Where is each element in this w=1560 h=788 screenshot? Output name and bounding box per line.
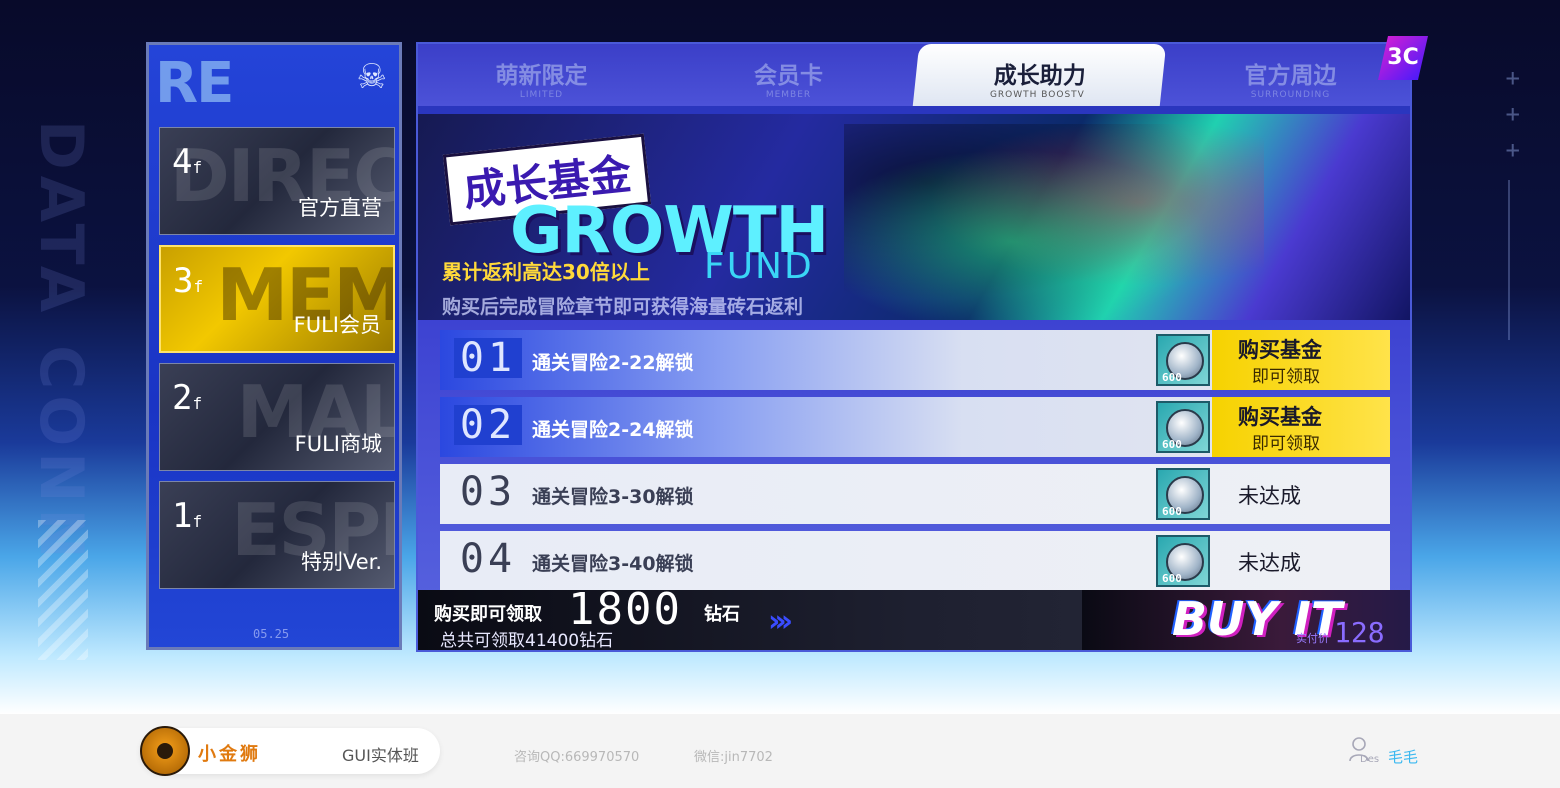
designer-name: 毛毛 <box>1388 748 1419 766</box>
tab-label: 官方周边 <box>1244 63 1337 89</box>
brand-pill: 小金狮 GUI实体班 <box>140 726 440 776</box>
floor-panel-logo: RE ☠ <box>155 51 388 116</box>
purchase-total: 总共可领取41400钻石 <box>440 631 614 651</box>
task-row: 03 通关冒险3-30解锁 600 未达成 <box>440 464 1390 524</box>
action-label: 购买基金 <box>1238 405 1322 429</box>
banner-fund: FUND <box>704 246 814 287</box>
tab-sublabel: SURROUNDING <box>1250 90 1331 100</box>
diamond-reward-icon: 600 <box>1156 535 1210 587</box>
task-number: 03 <box>459 469 517 515</box>
brand-name: 小金狮 <box>198 744 261 765</box>
task-row: 01 通关冒险2-22解锁 600 购买基金 即可领取 <box>440 330 1390 390</box>
floor-number: 1f <box>172 496 203 536</box>
class-name: GUI实体班 <box>342 746 419 765</box>
floor-number: 3f <box>173 261 204 301</box>
price-label: 实付价 <box>1296 632 1329 645</box>
tab-label: 会员卡 <box>754 63 823 89</box>
floor-panel: RE ☠ DIREC 4f 官方直营 MEM 3f FULI会员 MAL 2f … <box>146 42 402 650</box>
task-desc: 通关冒险3-40解锁 <box>532 553 694 575</box>
action-label: 购买基金 <box>1238 338 1322 362</box>
floor-label: 特别Ver. <box>300 550 382 574</box>
bg-line <box>1508 180 1510 340</box>
action-sublabel: 即可领取 <box>1252 367 1320 387</box>
main-panel: 萌新限定 LIMITED 会员卡 MEMBER 成长助力 GROWTH BOOS… <box>416 42 1412 652</box>
tab-bar: 萌新限定 LIMITED 会员卡 MEMBER 成长助力 GROWTH BOOS… <box>418 44 1410 106</box>
purchase-bar: 购买即可领取 1800 钻石 总共可领取41400钻石 ››› BUY IT 实… <box>418 584 1410 651</box>
tab-limited[interactable]: 萌新限定 LIMITED <box>418 44 665 106</box>
floor-item-3f[interactable]: MEM 3f FULI会员 <box>159 245 395 353</box>
floor-panel-footer: 05.25 <box>253 627 290 641</box>
tab-growth-boost[interactable]: 成长助力 GROWTH BOOSTV <box>912 44 1167 106</box>
designer-label: Des <box>1360 754 1380 765</box>
tab-sublabel: LIMITED <box>519 90 564 100</box>
tab-sublabel: MEMBER <box>765 90 812 100</box>
floor-label: FULI会员 <box>293 313 381 337</box>
task-number: 01 <box>454 338 522 378</box>
banner-characters-art <box>844 124 1264 320</box>
action-label: 未达成 <box>1238 551 1301 575</box>
chevron-right-icon: ››› <box>768 604 793 639</box>
task-number: 04 <box>459 536 517 582</box>
bg-crosses: + + + <box>1505 64 1520 164</box>
task-desc: 通关冒险2-22解锁 <box>532 352 694 374</box>
floor-item-1f[interactable]: ESPI 1f 特别Ver. <box>159 481 395 589</box>
bg-stripes <box>38 520 88 660</box>
task-desc: 通关冒险2-24解锁 <box>532 419 694 441</box>
floor-label: FULI商城 <box>294 432 382 456</box>
task-status: 未达成 <box>1212 464 1390 524</box>
footer: 小金狮 GUI实体班 咨询QQ:669970570 微信:jin7702 Des… <box>0 714 1560 788</box>
growth-fund-banner: 成长基金 GROWTH FUND 累计返利高达30倍以上 购买后完成冒险章节即可… <box>418 114 1410 320</box>
tab-member[interactable]: 会员卡 MEMBER <box>665 44 912 106</box>
tab-sublabel: GROWTH BOOSTV <box>989 90 1085 100</box>
floor-number: 4f <box>172 142 203 182</box>
bg-decoration-text: DATA CONN <box>26 120 96 565</box>
floor-label: 官方直营 <box>298 196 382 220</box>
purchase-unit: 钻石 <box>704 604 740 625</box>
tab-label: 成长助力 <box>993 63 1086 89</box>
floor-number: 2f <box>172 378 203 418</box>
task-desc: 通关冒险3-30解锁 <box>532 486 694 508</box>
diamond-reward-icon: 600 <box>1156 468 1210 520</box>
task-row: 02 通关冒险2-24解锁 600 购买基金 即可领取 <box>440 397 1390 457</box>
buy-fund-button[interactable]: 购买基金 即可领取 <box>1212 397 1390 457</box>
tab-label: 萌新限定 <box>495 63 588 89</box>
task-number: 02 <box>454 405 522 445</box>
price-value: 128 <box>1334 616 1385 649</box>
floor-item-4f[interactable]: DIREC 4f 官方直营 <box>159 127 395 235</box>
task-status: 未达成 <box>1212 531 1390 591</box>
action-label: 未达成 <box>1238 484 1301 508</box>
contact-wechat: 微信:jin7702 <box>694 750 773 765</box>
diamond-reward-icon: 600 <box>1156 401 1210 453</box>
monster-face-icon: ☠ <box>356 57 388 97</box>
purchase-line1: 购买即可领取 <box>434 604 542 625</box>
task-row: 04 通关冒险3-40解锁 600 未达成 <box>440 531 1390 591</box>
buy-it-button[interactable]: BUY IT 实付价 128 <box>1082 590 1410 650</box>
action-sublabel: 即可领取 <box>1252 434 1320 454</box>
banner-subline: 购买后完成冒险章节即可获得海量砖石返利 <box>442 296 804 318</box>
floor-item-2f[interactable]: MAL 2f FULI商城 <box>159 363 395 471</box>
tab-surrounding[interactable]: 官方周边 SURROUNDING <box>1167 44 1410 106</box>
lion-logo-icon <box>140 726 190 776</box>
buy-fund-button[interactable]: 购买基金 即可领取 <box>1212 330 1390 390</box>
banner-rebate: 累计返利高达30倍以上 <box>442 260 650 284</box>
task-list: 01 通关冒险2-22解锁 600 购买基金 即可领取 02 通关冒险2-24解… <box>440 330 1390 598</box>
diamond-reward-icon: 600 <box>1156 334 1210 386</box>
contact-qq: 咨询QQ:669970570 <box>514 750 640 765</box>
